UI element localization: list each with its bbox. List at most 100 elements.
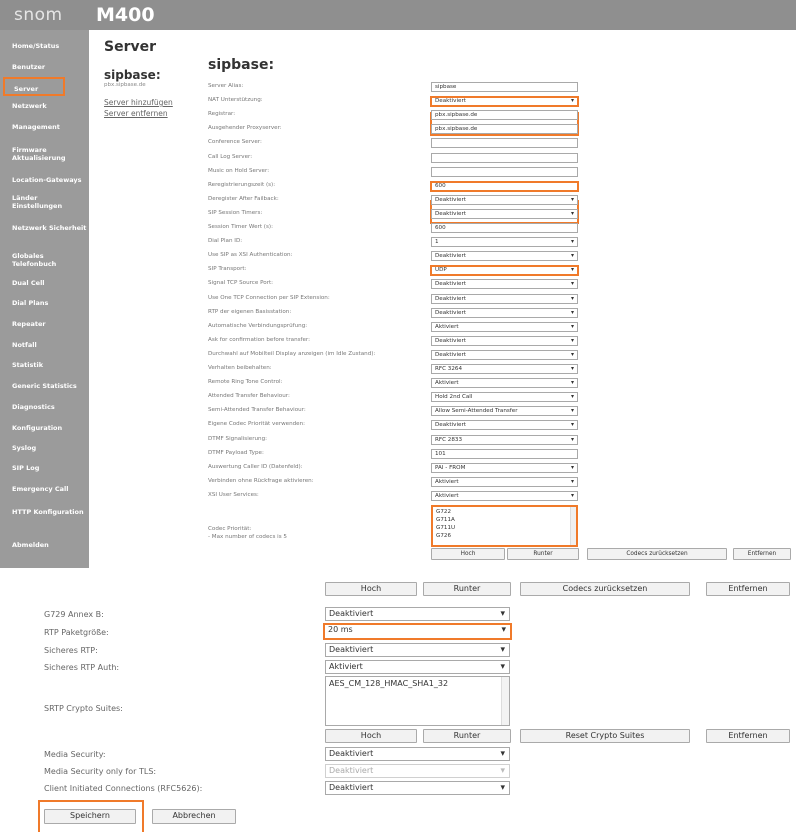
remove-codec-button[interactable]: Entfernen — [733, 548, 791, 560]
field-select[interactable]: Aktiviert — [431, 378, 578, 388]
sidebar-item-benutzer[interactable]: Benutzer — [0, 63, 89, 71]
sidebar-item-konfiguration[interactable]: Konfiguration — [0, 424, 89, 432]
field-select[interactable]: Deaktiviert — [431, 308, 578, 318]
sidebar-item-http-konfiguration[interactable]: HTTP Konfiguration — [0, 508, 89, 516]
reset-crypto-suites-button[interactable]: Reset Crypto Suites — [520, 729, 690, 743]
field-input[interactable] — [431, 138, 578, 148]
field-label: Durchwahl auf Mobilteil Display anzeigen… — [208, 351, 376, 357]
remove-codec-button-2[interactable]: Entfernen — [706, 582, 790, 596]
cancel-button[interactable]: Abbrechen — [152, 809, 236, 824]
field-label: Registrar: — [208, 111, 236, 117]
sidebar-item-emergency-call[interactable]: Emergency Call — [0, 485, 89, 493]
field-select[interactable]: Deaktiviert — [431, 350, 578, 360]
sidebar-item-sip-log[interactable]: SIP Log — [0, 464, 89, 472]
srtp-crypto-suites-list[interactable]: AES_CM_128_HMAC_SHA1_32 — [325, 676, 510, 726]
crypto-suite-item[interactable]: AES_CM_128_HMAC_SHA1_32 — [329, 679, 506, 688]
field-select[interactable]: Aktiviert — [431, 491, 578, 501]
field-label: Use SIP as XSI Authentication: — [208, 252, 293, 258]
field-input[interactable] — [431, 153, 578, 163]
sidebar-item-server[interactable]: Server — [3, 77, 65, 96]
field-select[interactable]: PAI - FROM — [431, 463, 578, 473]
add-server-link[interactable]: Server hinzufügen — [104, 98, 173, 107]
codec-up-button-2[interactable]: Hoch — [325, 582, 417, 596]
media-security-select[interactable]: Deaktiviert — [325, 747, 510, 761]
remove-server-link[interactable]: Server entfernen — [104, 109, 168, 118]
field-select[interactable]: RFC 2833 — [431, 435, 578, 445]
field-input[interactable]: pbx.sipbase.de — [431, 124, 578, 134]
sidebar-item-globales-telefonbuch[interactable]: Globales Telefonbuch — [0, 252, 89, 268]
field-select[interactable]: Deaktiviert — [431, 420, 578, 430]
field-select[interactable]: Aktiviert — [431, 322, 578, 332]
field-label: Remote Ring Tone Control: — [208, 379, 283, 385]
media-security-tls-label: Media Security only for TLS: — [44, 767, 157, 776]
field-label: Conference Server: — [208, 139, 262, 145]
codec-priority-note: - Max number of codecs is 5 — [208, 534, 287, 540]
field-select[interactable]: Deaktiviert — [431, 195, 578, 205]
codec-item[interactable]: G711U — [436, 524, 573, 532]
codec-priority-label: Codec Priorität: — [208, 526, 252, 532]
codec-priority-list[interactable]: G722 G711A G711U G726 — [431, 505, 578, 547]
client-initiated-connections-label: Client Initiated Connections (RFC5626): — [44, 784, 203, 793]
field-select[interactable]: Hold 2nd Call — [431, 392, 578, 402]
field-input[interactable]: pbx.sipbase.de — [431, 110, 578, 120]
field-select[interactable]: RFC 3264 — [431, 364, 578, 374]
sidebar-item-netzwerk[interactable]: Netzwerk — [0, 102, 89, 110]
sidebar-item-syslog[interactable]: Syslog — [0, 444, 89, 452]
field-label: SIP Session Timers: — [208, 210, 263, 216]
save-button[interactable]: Speichern — [44, 809, 136, 824]
sidebar-item-location-gateways[interactable]: Location-Gateways — [0, 176, 89, 184]
reset-codecs-button[interactable]: Codecs zurücksetzen — [587, 548, 727, 560]
secure-rtp-auth-select[interactable]: Aktiviert — [325, 660, 510, 674]
reset-codecs-button-2[interactable]: Codecs zurücksetzen — [520, 582, 690, 596]
srtp-list-scrollbar[interactable] — [501, 677, 509, 725]
field-select[interactable]: Aktiviert — [431, 477, 578, 487]
sidebar-item-firmware-aktualisierung[interactable]: Firmware Aktualisierung — [0, 146, 89, 162]
field-select[interactable]: Deaktiviert — [431, 209, 578, 219]
secure-rtp-select[interactable]: Deaktiviert — [325, 643, 510, 657]
codec-list-scrollbar[interactable] — [570, 507, 576, 545]
crypto-down-button[interactable]: Runter — [423, 729, 511, 743]
field-input[interactable]: 600 — [431, 223, 578, 233]
sidebar-item-repeater[interactable]: Repeater — [0, 320, 89, 328]
field-label: Ausgehender Proxyserver: — [208, 125, 282, 131]
field-input[interactable]: sipbase — [431, 82, 578, 92]
field-input[interactable]: 101 — [431, 449, 578, 459]
field-select[interactable]: Deaktiviert — [431, 251, 578, 261]
field-select[interactable]: 1 — [431, 237, 578, 247]
sidebar-item-länder-einstellungen[interactable]: Länder Einstellungen — [0, 194, 89, 210]
sidebar-item-management[interactable]: Management — [0, 123, 89, 131]
sidebar-item-notfall[interactable]: Notfall — [0, 341, 89, 349]
sidebar-item-home-status[interactable]: Home/Status — [0, 42, 89, 50]
sidebar-item-generic-statistics[interactable]: Generic Statistics — [0, 382, 89, 390]
field-label: Eigene Codec Priorität verwenden: — [208, 421, 306, 427]
client-initiated-connections-select[interactable]: Deaktiviert — [325, 781, 510, 795]
field-label: SIP Transport: — [208, 266, 247, 272]
field-select[interactable]: UDP — [430, 265, 579, 276]
sidebar-item-statistik[interactable]: Statistik — [0, 361, 89, 369]
g729-annex-b-select[interactable]: Deaktiviert — [325, 607, 510, 621]
sidebar-item-netzwerk-sicherheit[interactable]: Netzwerk Sicherheit — [0, 224, 89, 232]
field-select[interactable]: Deaktiviert — [430, 96, 579, 107]
codec-item[interactable]: G711A — [436, 516, 573, 524]
field-select[interactable]: Deaktiviert — [431, 294, 578, 304]
remove-crypto-button[interactable]: Entfernen — [706, 729, 790, 743]
sidebar-item-dual-cell[interactable]: Dual Cell — [0, 279, 89, 287]
field-input[interactable] — [431, 167, 578, 177]
sidebar-item-diagnostics[interactable]: Diagnostics — [0, 403, 89, 411]
field-label: DTMF Signalisierung: — [208, 436, 268, 442]
field-select[interactable]: Deaktiviert — [431, 279, 578, 289]
screenshot-separator — [0, 568, 796, 582]
field-select[interactable]: Deaktiviert — [431, 336, 578, 346]
codec-item[interactable]: G722 — [436, 508, 573, 516]
sidebar-item-abmelden[interactable]: Abmelden — [0, 541, 89, 549]
field-select[interactable]: Allow Semi-Attended Transfer — [431, 406, 578, 416]
field-input[interactable]: 600 — [430, 181, 579, 192]
top-bar: snom M400 — [0, 0, 796, 30]
crypto-up-button[interactable]: Hoch — [325, 729, 417, 743]
codec-up-button[interactable]: Hoch — [431, 548, 505, 560]
codec-item[interactable]: G726 — [436, 532, 573, 540]
codec-down-button-2[interactable]: Runter — [423, 582, 511, 596]
sidebar-item-dial-plans[interactable]: Dial Plans — [0, 299, 89, 307]
codec-down-button[interactable]: Runter — [507, 548, 579, 560]
rtp-packet-size-select[interactable]: 20 ms — [323, 623, 512, 640]
